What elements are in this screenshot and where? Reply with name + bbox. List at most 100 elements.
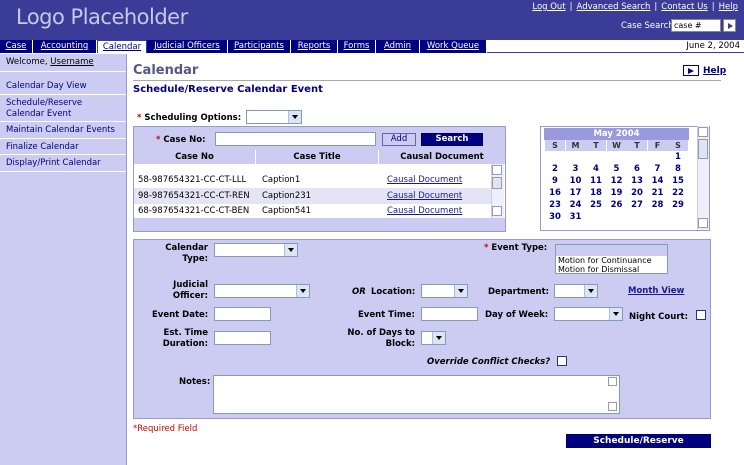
menu-forms[interactable]: Forms [338, 40, 376, 53]
calendar-day[interactable]: 15 [668, 176, 688, 186]
calendar-day[interactable]: 30 [545, 212, 565, 222]
calendar-dow-header: W [606, 140, 627, 151]
col-header-case-title[interactable]: Case Title [256, 150, 379, 164]
calendar-day[interactable]: 1 [668, 152, 688, 162]
scroll-down-icon[interactable] [492, 206, 502, 216]
calendar-day[interactable]: 2 [545, 164, 565, 174]
days-to-block-label: No. of Days to Block: [347, 328, 415, 349]
menu-work-queue[interactable]: Work Queue [420, 40, 487, 53]
event-time-input[interactable] [421, 307, 478, 321]
calendar-day[interactable]: 4 [586, 164, 606, 174]
menu-calendar[interactable]: Calendar [97, 40, 147, 53]
department-select[interactable] [554, 284, 598, 298]
menu-participants[interactable]: Participants [228, 40, 291, 53]
calendar-scroll-up-icon[interactable] [698, 127, 708, 137]
contact-us-link[interactable]: Contact Us [661, 2, 707, 12]
scroll-up-icon[interactable] [492, 165, 502, 175]
calendar-dow-header: T [627, 140, 647, 151]
calendar-day[interactable]: 14 [648, 176, 668, 186]
sidebar-item-schedule-reserve[interactable]: Schedule/Reserve Calendar Event [0, 95, 126, 122]
menu-reports[interactable]: Reports [291, 40, 338, 53]
sidebar-item-finalize-calendar[interactable]: Finalize Calendar [0, 139, 126, 155]
menu-case[interactable]: Case [0, 40, 33, 53]
search-button[interactable]: Search [421, 133, 483, 146]
col-header-causal-document[interactable]: Causal Document [379, 150, 505, 164]
notes-scroll-down-icon[interactable] [608, 402, 617, 411]
username-link[interactable]: Username [50, 57, 93, 67]
night-court-checkbox[interactable] [696, 310, 706, 320]
calendar-day[interactable]: 9 [545, 176, 565, 186]
causal-document-link[interactable]: Causal Document [387, 172, 462, 188]
event-type-option[interactable]: Motion for Dismissal [556, 265, 667, 273]
menu-admin[interactable]: Admin [376, 40, 420, 53]
calendar-day[interactable]: 28 [648, 200, 668, 210]
scheduling-options-select[interactable] [246, 110, 302, 124]
event-type-listbox[interactable]: Motion for Continuance Motion for Dismis… [555, 244, 668, 274]
logout-link[interactable]: Log Out [532, 2, 565, 12]
calendar-day[interactable]: 26 [607, 200, 627, 210]
sidebar-item-display-print[interactable]: Display/Print Calendar [0, 155, 126, 172]
table-row[interactable]: 68-987654321-CC-CT-BEN Caption541 Causal… [134, 203, 491, 219]
calendar-day[interactable]: 19 [607, 188, 627, 198]
override-conflict-label: Override Conflict Checks? [427, 357, 551, 367]
event-type-blank-option[interactable] [556, 245, 667, 256]
calendar-day[interactable]: 12 [607, 176, 627, 186]
add-button[interactable]: Add [382, 133, 416, 146]
calendar-day[interactable]: 25 [586, 200, 606, 210]
calendar-scroll-thumb[interactable] [698, 139, 708, 159]
notes-textarea[interactable] [213, 375, 620, 414]
sidebar-item-maintain-events[interactable]: Maintain Calendar Events [0, 122, 126, 139]
calendar-day[interactable]: 23 [545, 200, 565, 210]
case-search-input[interactable] [671, 19, 721, 32]
calendar-day[interactable]: 29 [668, 200, 688, 210]
causal-document-link[interactable]: Causal Document [387, 203, 462, 219]
table-row[interactable]: 98-987654321-CC-CT-REN Caption231 Causal… [134, 188, 491, 204]
current-date: June 2, 2004 [686, 41, 740, 51]
col-header-case-no[interactable]: Case No [134, 150, 256, 164]
sidebar-item-calendar-day-view[interactable]: Calendar Day View [0, 78, 126, 95]
help-top-link[interactable]: Help [719, 2, 738, 12]
menu-accounting[interactable]: Accounting [33, 40, 97, 53]
judicial-officer-select[interactable] [214, 284, 310, 298]
calendar-day[interactable]: 21 [648, 188, 668, 198]
calendar-day[interactable]: 31 [566, 212, 586, 222]
calendar-day[interactable]: 3 [566, 164, 586, 174]
event-date-input[interactable] [214, 307, 271, 321]
month-view-link[interactable]: Month View [628, 286, 684, 296]
days-to-block-select[interactable] [421, 331, 446, 345]
calendar-day[interactable]: 20 [627, 188, 647, 198]
notes-scroll-up-icon[interactable] [608, 377, 617, 386]
calendar-day[interactable]: 5 [607, 164, 627, 174]
calendar-day[interactable]: 16 [545, 188, 565, 198]
causal-document-link[interactable]: Causal Document [387, 188, 462, 204]
calendar-type-label: Calendar Type: [165, 243, 208, 264]
menu-judicial-officers[interactable]: Judicial Officers [147, 40, 228, 53]
calendar-type-select[interactable] [214, 243, 298, 257]
schedule-reserve-button[interactable]: Schedule/Reserve [566, 434, 711, 448]
calendar-day[interactable]: 24 [566, 200, 586, 210]
location-select[interactable] [421, 284, 468, 298]
judicial-officer-label: Judicial Officer: [172, 280, 208, 301]
calendar-day[interactable]: 10 [566, 176, 586, 186]
case-search-go-button[interactable] [723, 19, 736, 32]
calendar-day[interactable]: 8 [668, 164, 688, 174]
est-time-duration-input[interactable] [214, 331, 271, 345]
calendar-day[interactable]: 27 [627, 200, 647, 210]
calendar-day[interactable]: 17 [566, 188, 586, 198]
day-of-week-select[interactable] [554, 307, 623, 321]
calendar-day[interactable]: 7 [648, 164, 668, 174]
calendar-day[interactable]: 18 [586, 188, 606, 198]
scroll-thumb[interactable] [492, 177, 502, 189]
calendar-day[interactable]: 13 [627, 176, 647, 186]
override-conflict-checkbox[interactable] [557, 356, 567, 366]
advanced-search-link[interactable]: Advanced Search [577, 2, 651, 12]
case-no-input[interactable] [215, 132, 376, 146]
calendar-day[interactable]: 6 [627, 164, 647, 174]
day-of-week-label: Day of Week: [485, 310, 549, 320]
calendar-day[interactable]: 11 [586, 176, 606, 186]
calendar-scroll-down-icon[interactable] [698, 218, 708, 228]
table-row[interactable]: 58-987654321-CC-CT-LLL Caption1 Causal D… [134, 172, 491, 188]
calendar-day[interactable]: 22 [668, 188, 688, 198]
event-type-option[interactable]: Motion for Continuance [556, 256, 667, 265]
help-link[interactable]: Help [703, 66, 726, 76]
